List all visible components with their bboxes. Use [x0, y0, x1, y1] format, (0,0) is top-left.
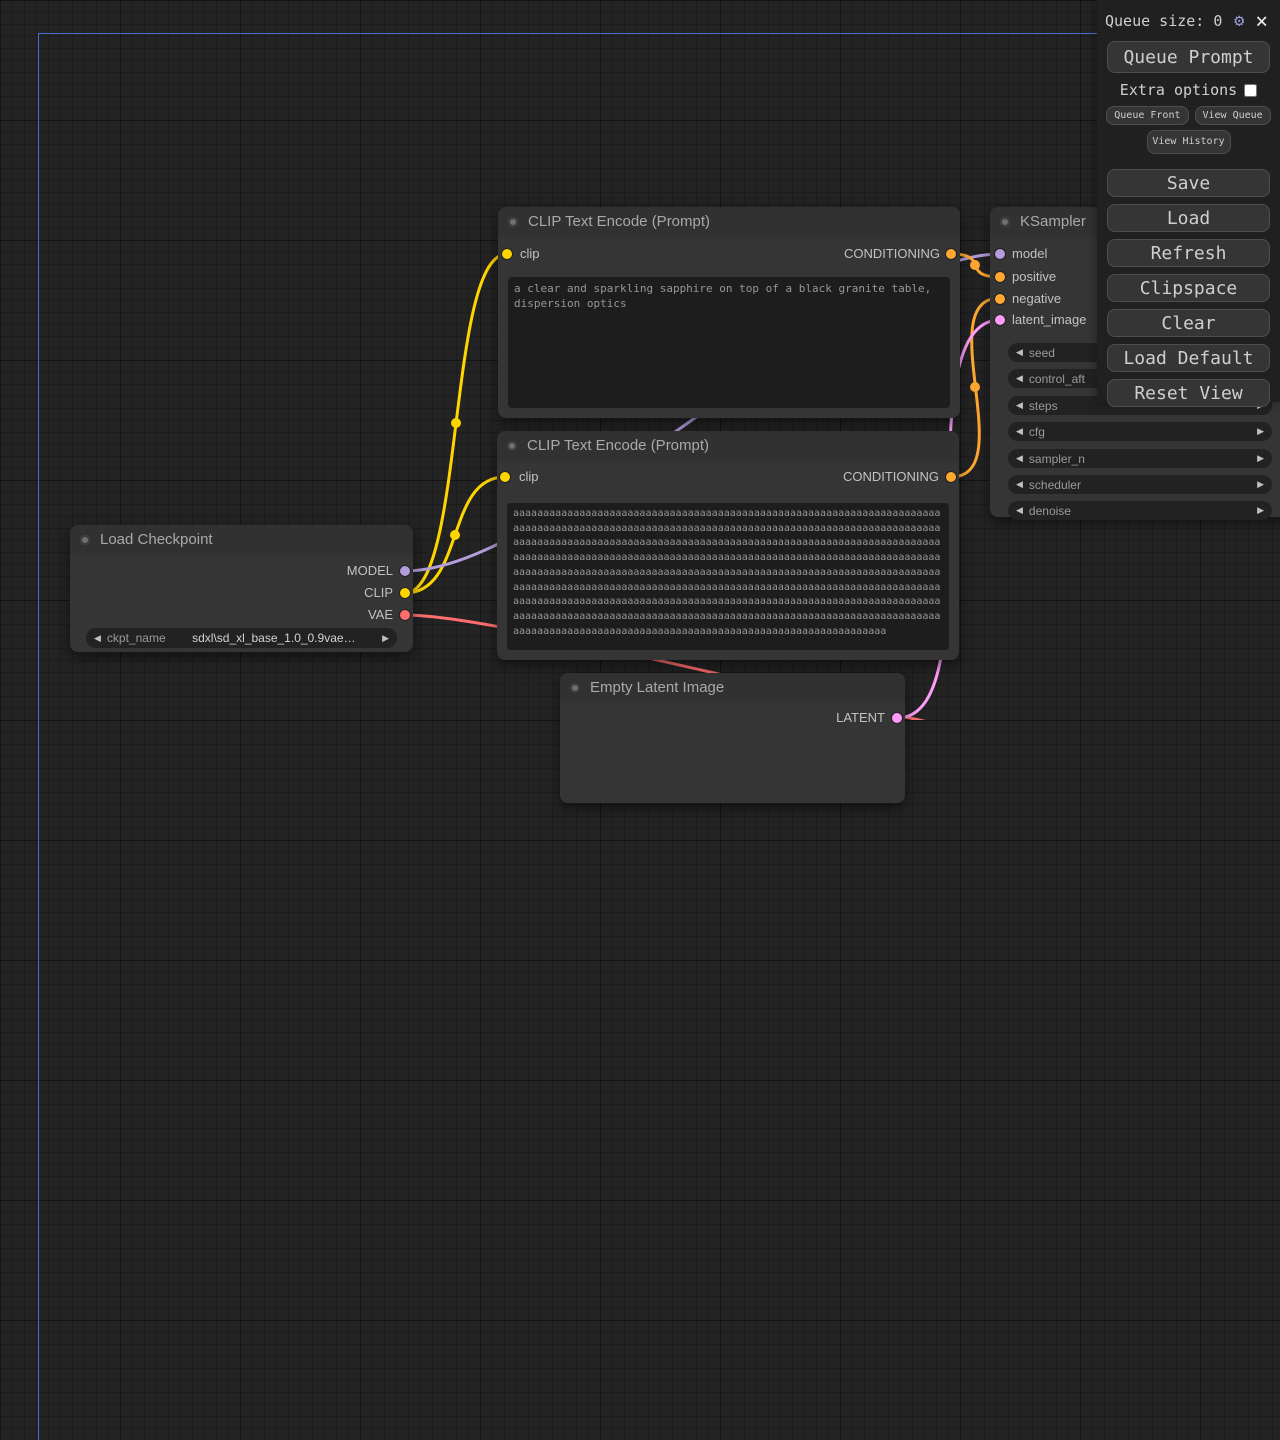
cfg-widget[interactable]: ◀ cfg ▶ — [1008, 422, 1272, 441]
conditioning-output-label: CONDITIONING — [844, 247, 940, 261]
node-status-dot-icon — [80, 535, 90, 545]
vae-output-label: VAE — [368, 608, 393, 622]
close-icon[interactable]: × — [1255, 14, 1268, 28]
increment-arrow-icon[interactable]: ▶ — [1257, 426, 1264, 437]
node-title-bar[interactable]: Load Checkpoint — [70, 525, 413, 555]
decrement-arrow-icon[interactable]: ◀ — [1016, 479, 1023, 490]
increment-arrow-icon[interactable]: ▶ — [1257, 453, 1264, 464]
scheduler-widget[interactable]: ◀ scheduler ▶ — [1008, 475, 1272, 494]
clipspace-button[interactable]: Clipspace — [1107, 274, 1270, 302]
queue-size-label: Queue size: 0 — [1105, 12, 1234, 30]
widget-value: sdxl\sd_xl_base_1.0_0.9vae… — [172, 631, 376, 645]
widget-name: sampler_n — [1029, 452, 1085, 466]
save-button[interactable]: Save — [1107, 169, 1270, 197]
negative-input-label: negative — [1012, 292, 1061, 306]
model-input-label: model — [1012, 247, 1047, 261]
node-status-dot-icon — [508, 217, 518, 227]
queue-prompt-button[interactable]: Queue Prompt — [1107, 41, 1270, 73]
model-input-slot[interactable] — [995, 249, 1005, 259]
conditioning-output-label: CONDITIONING — [843, 470, 939, 484]
ckpt-name-widget[interactable]: ◀ ckpt_name sdxl\sd_xl_base_1.0_0.9vae… … — [86, 628, 397, 648]
menu-header: Queue size: 0 ⚙ × — [1097, 0, 1280, 35]
conditioning-output-slot[interactable] — [946, 472, 956, 482]
decrement-arrow-icon[interactable]: ◀ — [1016, 505, 1023, 516]
load-default-button[interactable]: Load Default — [1107, 344, 1270, 372]
increment-arrow-icon[interactable]: ▶ — [382, 633, 389, 644]
widget-name: scheduler — [1029, 478, 1081, 492]
node-title: KSampler — [1020, 213, 1086, 230]
decrement-arrow-icon[interactable]: ◀ — [1016, 453, 1023, 464]
conditioning-output-slot[interactable] — [946, 249, 956, 259]
clip-output-label: CLIP — [364, 586, 393, 600]
settings-gear-icon[interactable]: ⚙ — [1234, 11, 1244, 31]
clip-input-label: clip — [520, 247, 540, 261]
decrement-arrow-icon[interactable]: ◀ — [1016, 373, 1023, 384]
prompt-textarea[interactable]: a clear and sparkling sapphire on top of… — [508, 277, 950, 408]
positive-input-label: positive — [1012, 270, 1056, 284]
node-title: CLIP Text Encode (Prompt) — [527, 437, 709, 454]
clip-output-slot[interactable] — [400, 588, 410, 598]
reset-view-button[interactable]: Reset View — [1107, 379, 1270, 407]
latent-image-input-label: latent_image — [1012, 313, 1086, 327]
decrement-arrow-icon[interactable]: ◀ — [1016, 347, 1023, 358]
prompt-textarea[interactable]: aaaaaaaaaaaaaaaaaaaaaaaaaaaaaaaaaaaaaaaa… — [507, 503, 949, 650]
queue-front-button[interactable]: Queue Front — [1106, 106, 1188, 125]
sampler-name-widget[interactable]: ◀ sampler_n ▶ — [1008, 449, 1272, 468]
widget-name: ckpt_name — [107, 631, 166, 645]
positive-input-slot[interactable] — [995, 272, 1005, 282]
node-status-dot-icon — [1000, 217, 1010, 227]
comfy-menu[interactable]: Queue size: 0 ⚙ × Queue Prompt Extra opt… — [1097, 0, 1280, 402]
extra-options-row: Extra options — [1097, 81, 1280, 99]
node-load-checkpoint[interactable]: Load Checkpoint MODEL CLIP VAE ◀ ckpt_na… — [70, 525, 413, 652]
widget-name: denoise — [1029, 504, 1071, 518]
extra-options-label: Extra options — [1120, 81, 1237, 99]
menu-actions: Save Load Refresh Clipspace Clear Load D… — [1097, 169, 1280, 407]
node-clip-text-encode-bottom[interactable]: CLIP Text Encode (Prompt) clip CONDITION… — [497, 431, 959, 660]
clip-input-slot[interactable] — [500, 472, 510, 482]
negative-input-slot[interactable] — [995, 294, 1005, 304]
decrement-arrow-icon[interactable]: ◀ — [94, 633, 101, 644]
node-empty-latent-image[interactable]: Empty Latent Image LATENT — [560, 673, 905, 803]
denoise-widget[interactable]: ◀ denoise ▶ — [1008, 501, 1272, 520]
vae-output-slot[interactable] — [400, 610, 410, 620]
node-title-bar[interactable]: CLIP Text Encode (Prompt) — [498, 207, 960, 237]
widget-name: control_aft — [1029, 372, 1085, 386]
decrement-arrow-icon[interactable]: ◀ — [1016, 400, 1023, 411]
widget-name: steps — [1029, 399, 1058, 413]
queue-buttons-row: Queue Front View Queue — [1097, 106, 1280, 125]
clip-input-label: clip — [519, 470, 539, 484]
clip-input-slot[interactable] — [502, 249, 512, 259]
view-history-button[interactable]: View History — [1147, 130, 1231, 154]
decrement-arrow-icon[interactable]: ◀ — [1016, 426, 1023, 437]
widget-name: seed — [1029, 346, 1055, 360]
node-canvas[interactable]: CLIP Text Encode (Prompt) clip CONDITION… — [0, 0, 1280, 720]
extra-options-checkbox[interactable] — [1244, 84, 1257, 97]
refresh-button[interactable]: Refresh — [1107, 239, 1270, 267]
node-title: Load Checkpoint — [100, 531, 213, 548]
node-title: CLIP Text Encode (Prompt) — [528, 213, 710, 230]
node-title-bar[interactable]: CLIP Text Encode (Prompt) — [497, 431, 959, 461]
clear-button[interactable]: Clear — [1107, 309, 1270, 337]
node-status-dot-icon — [570, 683, 580, 693]
node-status-dot-icon — [507, 441, 517, 451]
node-title-bar[interactable]: Empty Latent Image — [560, 673, 905, 703]
increment-arrow-icon[interactable]: ▶ — [1257, 505, 1264, 516]
increment-arrow-icon[interactable]: ▶ — [1257, 479, 1264, 490]
node-clip-text-encode-top[interactable]: CLIP Text Encode (Prompt) clip CONDITION… — [498, 207, 960, 418]
load-button[interactable]: Load — [1107, 204, 1270, 232]
latent-image-input-slot[interactable] — [995, 315, 1005, 325]
widget-name: cfg — [1029, 425, 1045, 439]
latent-output-label: LATENT — [836, 711, 885, 725]
model-output-label: MODEL — [347, 564, 393, 578]
node-title: Empty Latent Image — [590, 679, 724, 696]
latent-output-slot[interactable] — [892, 713, 902, 723]
model-output-slot[interactable] — [400, 566, 410, 576]
view-queue-button[interactable]: View Queue — [1195, 106, 1271, 125]
